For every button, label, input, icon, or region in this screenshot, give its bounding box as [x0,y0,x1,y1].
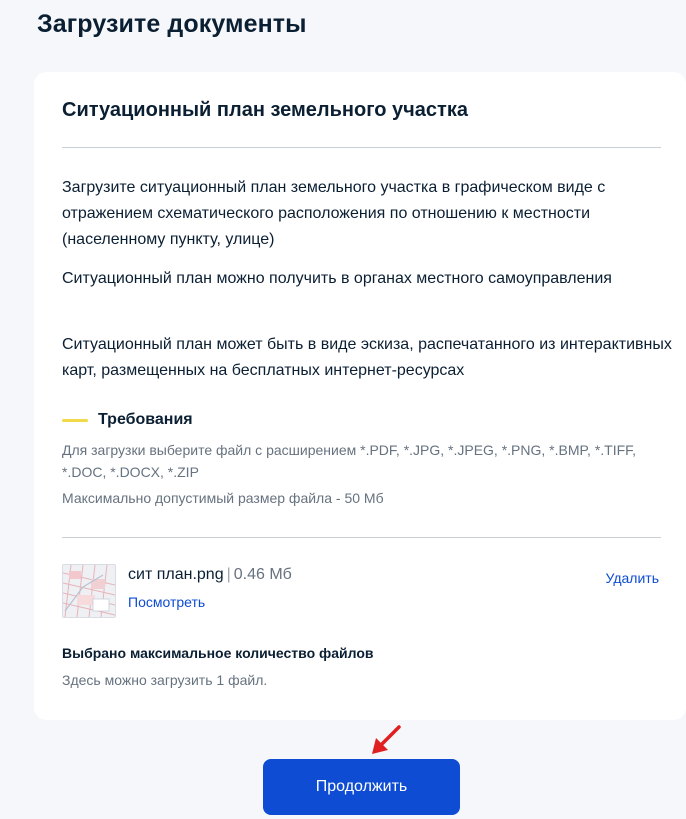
requirements-marker [62,418,88,422]
divider [62,537,661,538]
red-arrow-icon [372,725,401,754]
delete-file-link[interactable]: Удалить [606,570,659,586]
page-title: Загрузите документы [37,10,307,38]
upload-card: Ситуационный план земельного участка Заг… [34,72,686,720]
file-separator: | [226,566,231,583]
view-file-link[interactable]: Посмотреть [128,594,205,610]
file-size: 0.46 Мб [233,566,292,583]
continue-button[interactable]: Продолжить [263,759,460,815]
requirements-title: Требования [98,411,193,428]
divider [62,147,661,148]
description-paragraph: Загрузите ситуационный план земельного у… [62,179,606,248]
max-files-title: Выбрано максимальное количество файлов [62,645,374,661]
description-paragraph: Ситуационный план может быть в виде эски… [62,336,672,379]
requirements-header: Требования [62,411,193,429]
file-name: сит план.png [128,566,224,583]
description-paragraph: Ситуационный план можно получить в орган… [62,270,612,287]
map-thumbnail-icon[interactable] [62,564,116,618]
card-title: Ситуационный план земельного участка [62,99,468,121]
uploaded-file-row: сит план.png | 0.46 Мб Посмотреть Удалить [62,564,661,624]
max-files-text: Здесь можно загрузить 1 файл. [62,672,268,688]
file-name-line: сит план.png | 0.46 Мб [128,566,292,584]
requirements-extensions: Для загрузки выберите файл с расширением… [62,442,637,480]
requirements-max-size: Максимально допустимый размер файла - 50… [62,490,384,506]
